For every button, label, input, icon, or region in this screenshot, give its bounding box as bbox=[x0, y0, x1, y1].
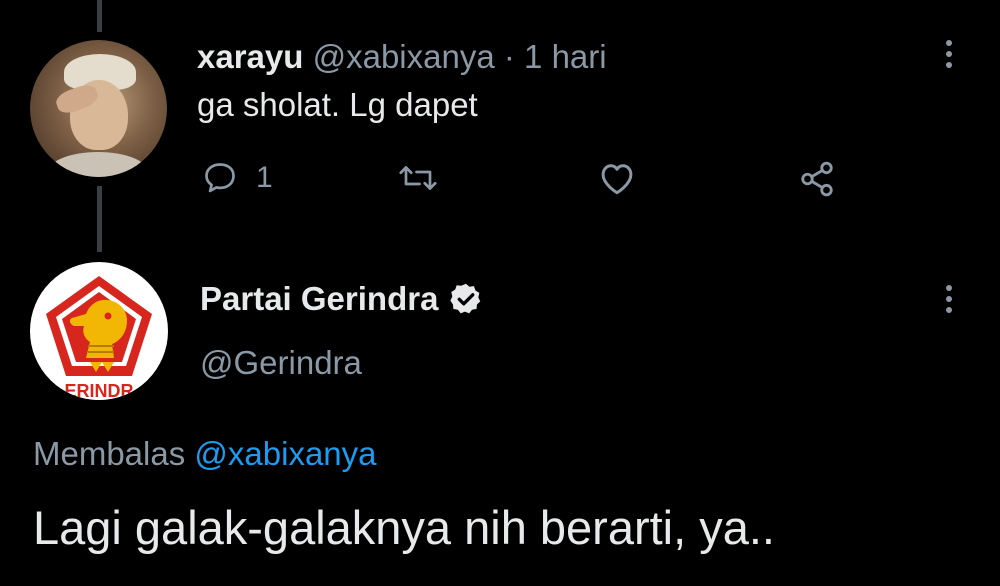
tweet-1-author-name[interactable]: xarayu bbox=[197, 38, 303, 75]
avatar-gerindra[interactable]: ERINDR bbox=[30, 262, 168, 400]
replying-to-handle-link[interactable]: @xabixanya bbox=[194, 435, 376, 472]
tweet-2-text: Lagi galak-galaknya nih berarti, ya.. bbox=[33, 501, 775, 554]
tweet-2-author[interactable]: Partai Gerindra bbox=[200, 280, 484, 318]
thread-line-connector bbox=[97, 186, 102, 252]
replying-label: Membalas bbox=[33, 435, 186, 472]
tweet-1-text: ga sholat. Lg dapet bbox=[197, 86, 478, 123]
replying-to: Membalas @xabixanya bbox=[33, 435, 377, 473]
tweet-1-actions: 1 bbox=[197, 160, 847, 200]
share-icon bbox=[801, 161, 833, 197]
reply-icon bbox=[205, 163, 235, 193]
reply-count: 1 bbox=[256, 161, 273, 194]
more-icon[interactable] bbox=[944, 285, 954, 319]
avatar-dress-shape bbox=[48, 152, 148, 177]
tweet-2-author-handle[interactable]: @Gerindra bbox=[200, 344, 362, 382]
tweet-2-author-name[interactable]: Partai Gerindra bbox=[200, 280, 438, 318]
more-icon[interactable] bbox=[944, 40, 954, 74]
verified-icon bbox=[450, 283, 481, 314]
gerindra-logo-icon: ERINDR bbox=[46, 276, 152, 400]
tweet-1-separator: · bbox=[503, 38, 515, 75]
reply-button[interactable]: 1 bbox=[202, 160, 273, 196]
tweet-1-author-handle[interactable]: @xabixanya bbox=[313, 38, 495, 75]
thread-line-top bbox=[97, 0, 102, 32]
like-icon bbox=[601, 164, 633, 195]
avatar-xarayu[interactable] bbox=[30, 40, 167, 177]
tweet-1-header: xarayu @xabixanya · 1 hari bbox=[197, 38, 607, 76]
retweet-icon bbox=[399, 166, 437, 190]
tweet-1-time[interactable]: 1 hari bbox=[524, 38, 607, 75]
gerindra-logo-text: ERINDR bbox=[64, 381, 133, 400]
share-button[interactable] bbox=[797, 160, 837, 198]
retweet-button[interactable] bbox=[397, 160, 439, 196]
like-button[interactable] bbox=[597, 160, 637, 196]
